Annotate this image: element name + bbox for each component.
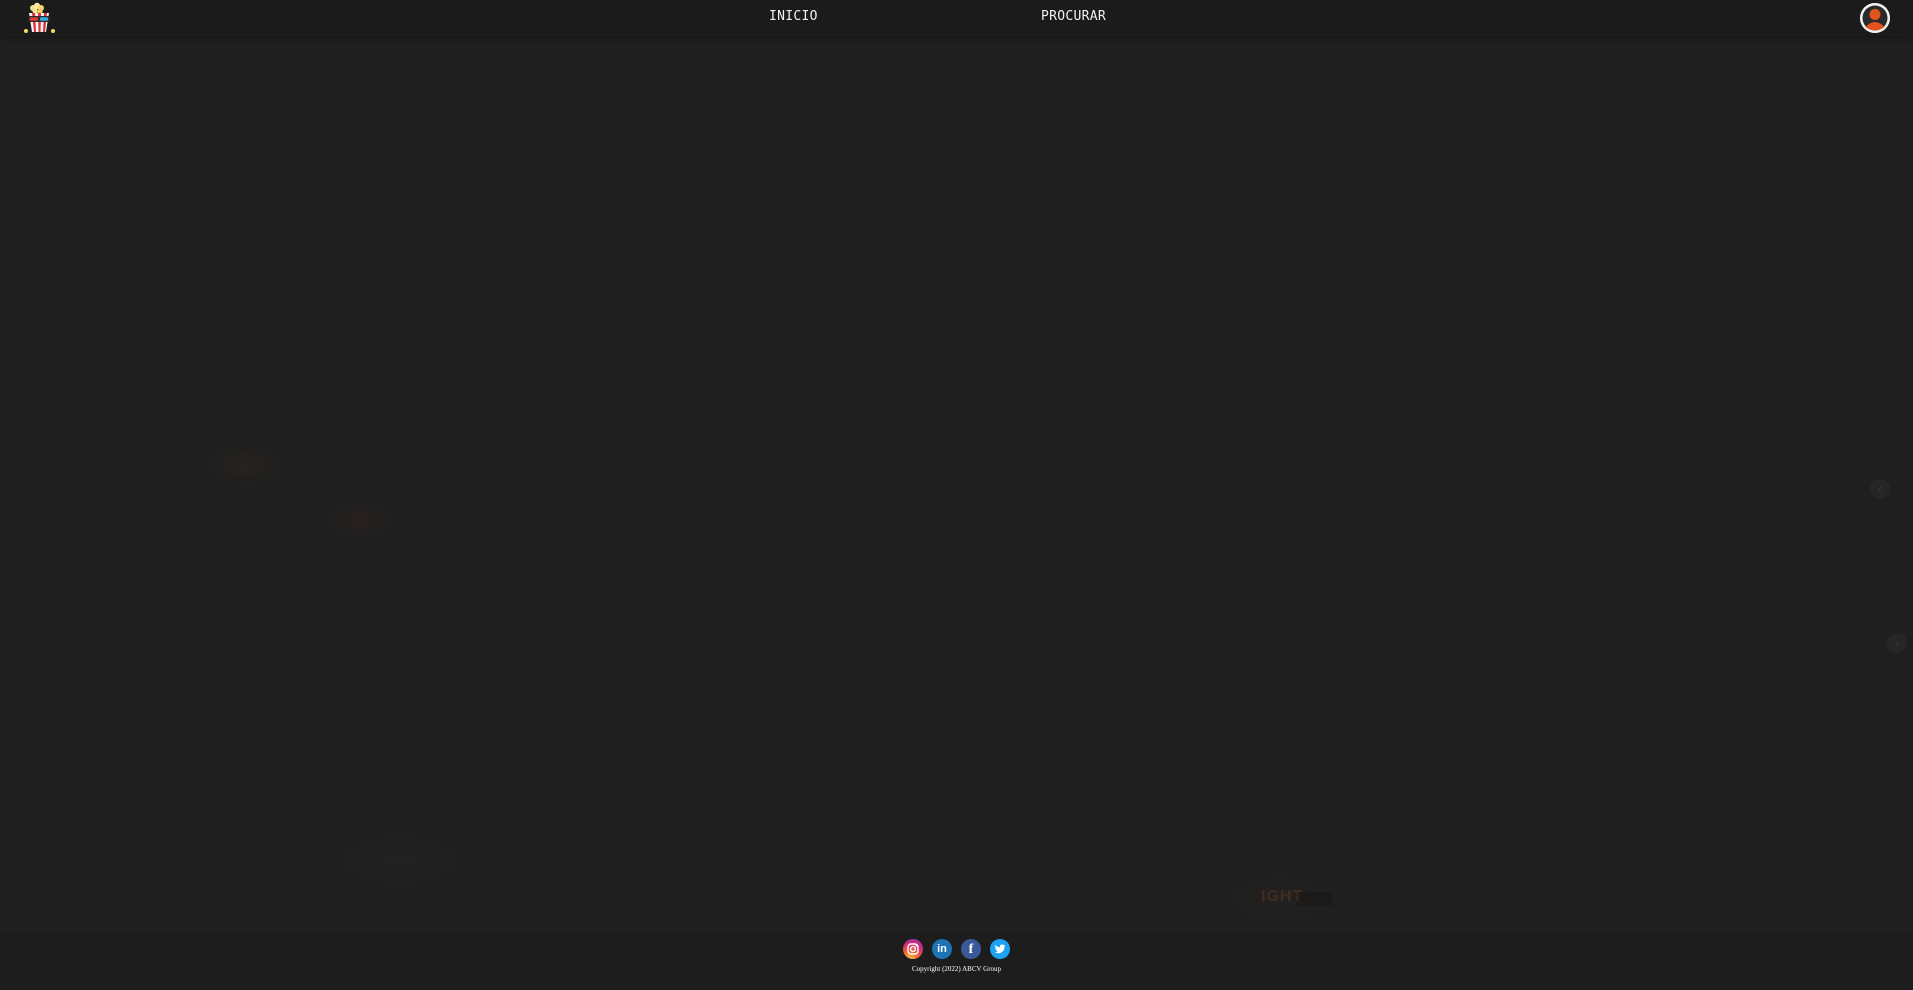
nav-procurar[interactable]: PROCURAR: [1041, 9, 1106, 24]
page: INICIO PROCURAR ‹ › IGHT in f Copyright …: [0, 0, 1913, 990]
linkedin-icon[interactable]: in: [932, 939, 952, 959]
carousel-prev-button[interactable]: ‹: [1870, 479, 1890, 499]
carousel-next-button[interactable]: ›: [1887, 633, 1907, 653]
user-avatar-icon[interactable]: [1860, 3, 1890, 33]
background-poster-text: IGHT: [1261, 888, 1304, 905]
facebook-icon[interactable]: f: [961, 939, 981, 959]
chevron-right-icon: ›: [1894, 636, 1900, 650]
footer: in f Copyright (2022) ABCV Group: [0, 929, 1913, 990]
popcorn-logo-icon[interactable]: [22, 2, 58, 34]
instagram-icon[interactable]: [903, 939, 923, 959]
chevron-left-icon: ‹: [1877, 482, 1883, 496]
top-navbar: INICIO PROCURAR: [0, 0, 1913, 36]
twitter-icon[interactable]: [990, 939, 1010, 959]
copyright-text: Copyright (2022) ABCV Group: [911, 965, 1002, 973]
nav-inicio[interactable]: INICIO: [769, 9, 818, 24]
